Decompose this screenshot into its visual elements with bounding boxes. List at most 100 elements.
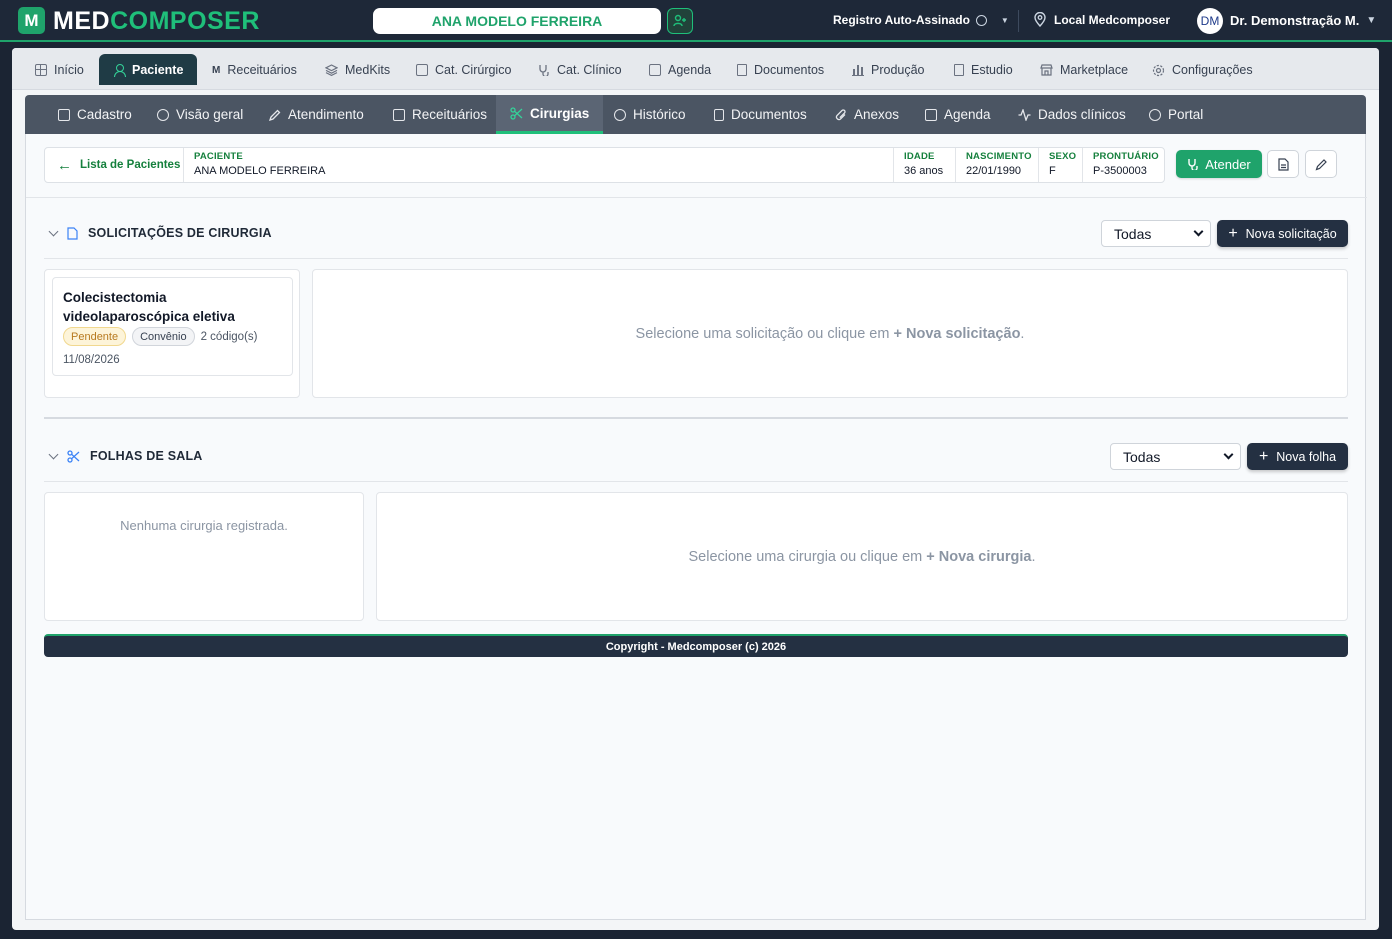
nav-label: Documentos <box>754 63 825 77</box>
field-label: NASCIMENTO <box>966 151 1032 162</box>
nav-producao[interactable]: Produção <box>852 55 925 85</box>
solicitacao-detail-panel: Selecione uma solicitação ou clique em +… <box>312 269 1348 398</box>
tab-label: Atendimento <box>288 107 364 122</box>
field-sexo: SEXO F <box>1049 151 1076 177</box>
tab-label: Visão geral <box>176 107 244 122</box>
message-plus: + <box>926 549 935 565</box>
tab-cadastro[interactable]: Cadastro <box>58 95 132 134</box>
atender-label: Atender <box>1205 156 1251 172</box>
tab-label: Agenda <box>944 107 991 122</box>
nav-configuracoes[interactable]: Configurações <box>1152 55 1253 85</box>
message-text: Selecione uma cirurgia ou clique em <box>688 549 923 565</box>
patient-sub-nav: Cadastro Visão geral Atendimento Receitu… <box>25 95 1366 134</box>
tab-cirurgias[interactable]: Cirurgias <box>496 95 604 134</box>
field-paciente: PACIENTE ANA MODELO FERREIRA <box>194 151 325 177</box>
app-frame: Início Paciente M Receituários MedKits C… <box>12 48 1379 930</box>
nav-paciente[interactable]: Paciente <box>99 54 198 85</box>
solicitacao-title: Colecistectomia videolaparoscópica eleti… <box>63 290 235 324</box>
nav-documentos[interactable]: Documentos <box>737 55 824 85</box>
tab-dados-clinicos[interactable]: Dados clínicos <box>1018 95 1126 134</box>
nav-agenda[interactable]: Agenda <box>649 55 711 85</box>
tab-anexos[interactable]: Anexos <box>835 95 899 134</box>
solicitacao-date: 11/08/2026 <box>63 354 120 366</box>
grid-icon <box>35 64 47 76</box>
nav-receituarios[interactable]: M Receituários <box>212 55 297 85</box>
document-icon <box>67 226 78 240</box>
empty-nova-cirurgia-link[interactable]: Nova cirurgia <box>939 549 1032 565</box>
tab-documentos[interactable]: Documentos <box>714 95 807 134</box>
clock-icon <box>975 14 987 26</box>
logo-icon[interactable]: M <box>18 7 45 34</box>
gear-icon <box>1152 64 1165 76</box>
solicitacao-card[interactable]: Colecistectomia videolaparoscópica eleti… <box>52 277 293 376</box>
user-menu[interactable]: Dr. Demonstração M. ▼ <box>1230 13 1376 28</box>
solicitacoes-filter-select[interactable]: Todas <box>1101 220 1211 247</box>
tab-portal[interactable]: Portal <box>1149 95 1203 134</box>
type-badge: Convênio <box>132 327 195 346</box>
nav-estudio[interactable]: Estudio <box>954 55 1013 85</box>
divider <box>26 197 1367 198</box>
empty-state-message: Selecione uma cirurgia ou clique em + No… <box>377 549 1347 565</box>
field-label: SEXO <box>1049 151 1077 162</box>
atender-button[interactable]: Atender <box>1176 150 1262 178</box>
registro-dropdown[interactable]: Registro Auto-Assinado ▼ <box>833 13 1009 27</box>
logo-letter: M <box>24 10 39 30</box>
edit-patient-button[interactable] <box>1305 150 1337 178</box>
calendar-icon <box>649 64 661 76</box>
bar-chart-icon <box>852 64 864 76</box>
section-solicitacoes-header[interactable]: SOLICITAÇÕES DE CIRURGIA <box>48 226 272 240</box>
nova-folha-button[interactable]: + Nova folha <box>1247 443 1348 470</box>
brand-med: MED <box>53 7 111 35</box>
back-to-patient-list-link[interactable]: ← Lista de Pacientes <box>57 148 180 182</box>
location-selector[interactable]: Local Medcomposer <box>1034 12 1170 27</box>
field-value: F <box>1049 165 1056 177</box>
tab-receituarios[interactable]: Receituários <box>393 95 487 134</box>
folhas-filter-select[interactable]: Todas <box>1110 443 1241 470</box>
user-name: Dr. Demonstração M. <box>1230 13 1360 28</box>
tab-atendimento[interactable]: Atendimento <box>269 95 364 134</box>
field-label: IDADE <box>904 151 935 162</box>
tab-agenda[interactable]: Agenda <box>925 95 991 134</box>
chevron-down-icon <box>1193 226 1204 237</box>
nav-marketplace[interactable]: Marketplace <box>1040 55 1128 85</box>
scissors-icon <box>510 106 523 120</box>
nav-medkits[interactable]: MedKits <box>325 55 390 85</box>
nav-inicio[interactable]: Início <box>35 55 84 85</box>
divider <box>1082 148 1083 182</box>
nav-label: Receituários <box>227 63 297 77</box>
id-card-icon <box>58 108 70 121</box>
registro-label: Registro Auto-Assinado <box>833 13 970 27</box>
nova-solicitacao-button[interactable]: + Nova solicitação <box>1217 220 1348 247</box>
location-label: Local Medcomposer <box>1054 12 1171 27</box>
message-suffix: . <box>1020 326 1025 342</box>
field-idade: IDADE 36 anos <box>904 151 943 177</box>
history-icon <box>614 108 626 121</box>
nav-label: MedKits <box>345 63 391 77</box>
scissors-icon <box>67 449 80 463</box>
tab-visao-geral[interactable]: Visão geral <box>157 95 243 134</box>
nav-cat-cirurgico[interactable]: Cat. Cirúrgico <box>416 55 511 85</box>
field-label: PRONTUÁRIO <box>1093 151 1159 162</box>
tab-historico[interactable]: Histórico <box>614 95 686 134</box>
globe-icon <box>1149 108 1161 121</box>
document-icon <box>737 64 747 76</box>
section-folhas-header[interactable]: FOLHAS DE SALA <box>48 449 203 463</box>
nav-label: Paciente <box>132 62 184 77</box>
tab-label: Portal <box>1168 107 1204 122</box>
current-patient-pill[interactable]: ANA MODELO FERREIRA <box>373 8 661 34</box>
footer: Copyright - Medcomposer (c) 2026 <box>44 634 1348 657</box>
brand-logo-text[interactable]: MEDCOMPOSER <box>53 6 260 36</box>
tab-label: Documentos <box>731 107 807 122</box>
tab-label: Cirurgias <box>530 105 590 121</box>
add-patient-button[interactable] <box>667 8 693 34</box>
nav-cat-clinico[interactable]: Cat. Clínico <box>538 55 622 85</box>
select-value: Todas <box>1123 448 1161 465</box>
prescription-icon: M <box>212 64 221 76</box>
pencil-icon <box>269 109 281 121</box>
print-document-button[interactable] <box>1267 150 1299 178</box>
empty-nova-solicitacao-link[interactable]: Nova solicitação <box>906 326 1020 342</box>
user-avatar[interactable]: DM <box>1197 8 1223 34</box>
map-pin-icon <box>1034 12 1046 27</box>
section-title: FOLHAS DE SALA <box>90 449 203 463</box>
divider <box>955 148 956 182</box>
